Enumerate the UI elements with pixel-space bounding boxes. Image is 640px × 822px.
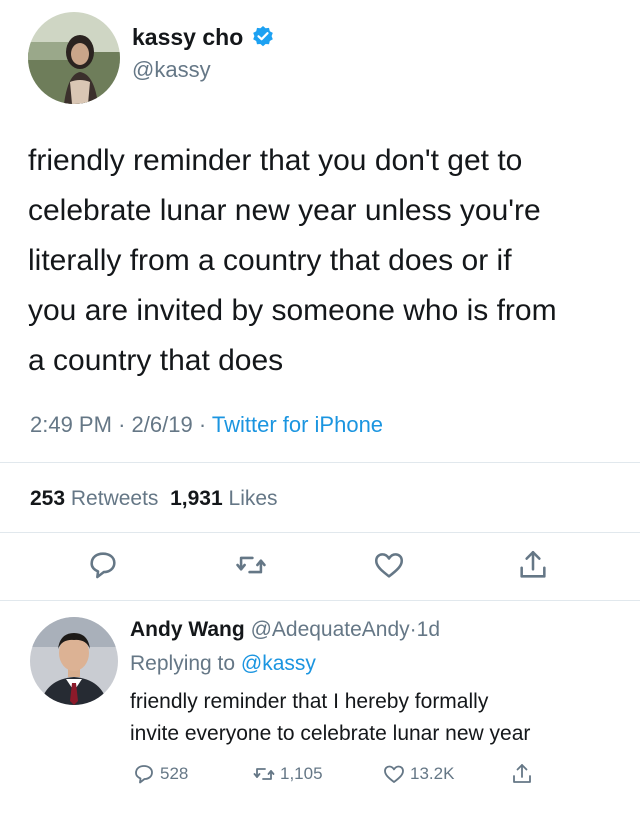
divider: [0, 600, 640, 601]
likes-stat[interactable]: 1,931 Likes: [170, 487, 277, 510]
like-icon: [384, 765, 404, 783]
reply-retweet-button[interactable]: 1,105: [252, 762, 323, 786]
verified-badge-icon: [251, 25, 275, 49]
tweet-date[interactable]: 2/6/19: [132, 412, 193, 437]
replying-to-handle[interactable]: @kassy: [241, 652, 316, 675]
like-icon: [374, 553, 404, 578]
reply-author-handle[interactable]: @AdequateAndy: [251, 618, 410, 641]
author-name-row[interactable]: kassy cho: [132, 22, 275, 52]
replying-to-line: Replying to @kassy: [130, 650, 316, 678]
reply-author-name[interactable]: Andy Wang: [130, 618, 245, 641]
author-handle[interactable]: @kassy: [132, 56, 211, 84]
tweet-time[interactable]: 2:49 PM: [30, 412, 112, 437]
reply-text-line: friendly reminder that I hereby formally: [130, 690, 489, 713]
author-avatar[interactable]: [28, 12, 120, 104]
tweet-screenshot: kassy cho @kassy friendly reminder that …: [0, 0, 640, 822]
likes-count: 1,931: [170, 487, 223, 510]
likes-label: Likes: [228, 487, 278, 510]
reply-reply-button[interactable]: 528: [132, 762, 188, 786]
reply-text: friendly reminder that I hereby formally…: [130, 686, 630, 750]
share-icon: [520, 550, 546, 578]
retweet-button[interactable]: [234, 548, 268, 582]
retweet-icon: [236, 556, 266, 574]
reply-author-avatar[interactable]: [30, 617, 118, 705]
avatar-photo: [30, 617, 118, 705]
tweet-source-link[interactable]: Twitter for iPhone: [212, 412, 383, 437]
reply-icon: [135, 765, 153, 784]
tweet-stats: 253 Retweets 1,931 Likes: [30, 484, 278, 514]
reply-age[interactable]: 1d: [417, 618, 440, 641]
reply-button[interactable]: [86, 548, 120, 582]
meta-separator: ·: [198, 412, 207, 437]
reply-action-bar: 528 1,105 13.2K: [0, 762, 640, 792]
tweet-text-line: literally from a country that does or if: [28, 244, 512, 277]
retweet-icon: [253, 768, 275, 780]
avatar-photo: [28, 12, 120, 104]
author-name[interactable]: kassy cho: [132, 22, 243, 52]
share-button[interactable]: [516, 548, 550, 582]
share-icon: [513, 764, 531, 783]
like-count: 13.2K: [410, 764, 455, 783]
tweet-text-line: friendly reminder that you don't get to: [28, 144, 523, 177]
tweet-text-line: celebrate lunar new year unless you're: [28, 194, 541, 227]
reply-text-line: invite everyone to celebrate lunar new y…: [130, 722, 531, 745]
reply-like-button[interactable]: 13.2K: [382, 762, 454, 786]
meta-separator: ·: [118, 412, 126, 437]
replying-to-label: Replying to: [130, 652, 236, 675]
reply-count: 528: [160, 764, 189, 783]
retweet-count: 1,105: [280, 764, 323, 783]
like-button[interactable]: [372, 548, 406, 582]
tweet-text-line: you are invited by someone who is from: [28, 294, 557, 327]
divider: [0, 532, 640, 533]
tweet-meta: 2:49 PM · 2/6/19 · Twitter for iPhone: [30, 410, 383, 440]
divider: [0, 462, 640, 463]
reply-share-button[interactable]: [510, 762, 534, 786]
retweets-label: Retweets: [70, 487, 159, 510]
retweets-count: 253: [30, 487, 66, 510]
reply-icon: [90, 552, 116, 579]
tweet-text: friendly reminder that you don't get to …: [28, 136, 618, 386]
tweet-text-line: a country that does: [28, 344, 284, 377]
reply-header: Andy Wang @AdequateAndy·1d: [130, 616, 440, 644]
meta-separator: ·: [409, 618, 417, 641]
retweets-stat[interactable]: 253 Retweets: [30, 487, 158, 510]
tweet-action-bar: [0, 548, 640, 588]
